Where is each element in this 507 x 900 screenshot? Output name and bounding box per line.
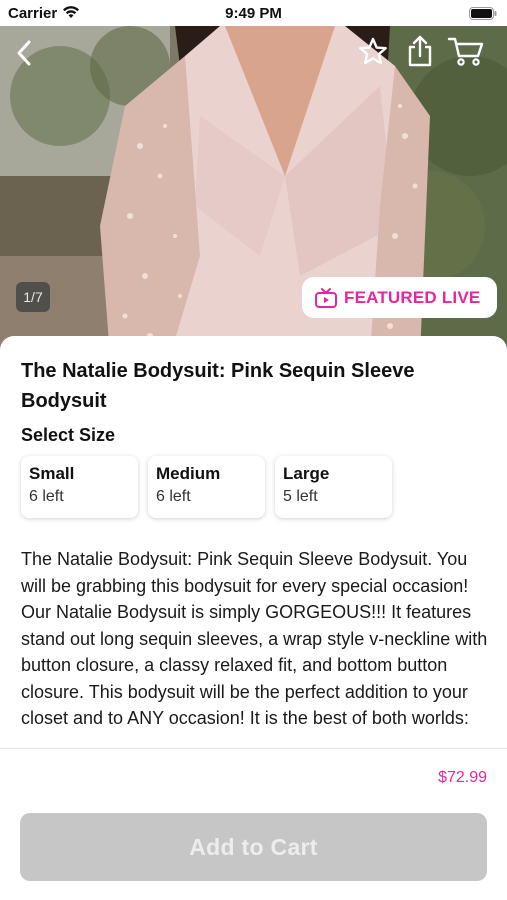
tv-icon <box>315 287 337 308</box>
size-options: Small 6 left Medium 6 left Large 5 left <box>21 456 392 518</box>
back-button[interactable] <box>10 36 40 70</box>
size-stock: 6 left <box>156 488 191 505</box>
featured-live-button[interactable]: FEATURED LIVE <box>302 277 497 318</box>
size-name: Small <box>29 464 75 483</box>
battery-icon <box>469 7 497 20</box>
add-to-cart-button[interactable]: Add to Cart <box>20 813 487 881</box>
featured-live-label: FEATURED LIVE <box>344 287 481 307</box>
product-price: $72.99 <box>438 769 487 786</box>
size-stock: 5 left <box>283 488 318 505</box>
status-bar: Carrier 9:49 PM <box>0 0 507 26</box>
size-option-large[interactable]: Large 5 left <box>275 456 392 518</box>
size-option-small[interactable]: Small 6 left <box>21 456 138 518</box>
size-name: Medium <box>156 464 221 483</box>
size-option-medium[interactable]: Medium 6 left <box>148 456 265 518</box>
status-time: 9:49 PM <box>225 5 282 22</box>
favorite-button[interactable] <box>357 36 389 68</box>
product-details-card: The Natalie Bodysuit: Pink Sequin Sleeve… <box>0 336 507 756</box>
size-stock: 6 left <box>29 488 64 505</box>
share-button[interactable] <box>405 34 435 68</box>
product-title: The Natalie Bodysuit: Pink Sequin Sleeve… <box>21 360 415 412</box>
bottom-action-bar: $72.99 Add to Cart <box>0 748 507 900</box>
product-description[interactable]: The Natalie Bodysuit: Pink Sequin Sleeve… <box>21 546 491 744</box>
product-image-carousel[interactable]: 1/7 FEATURED LIVE <box>0 26 507 356</box>
image-counter: 1/7 <box>16 282 50 312</box>
size-name: Large <box>283 464 330 483</box>
cart-button[interactable] <box>447 34 485 68</box>
select-size-label: Select Size <box>21 425 116 445</box>
